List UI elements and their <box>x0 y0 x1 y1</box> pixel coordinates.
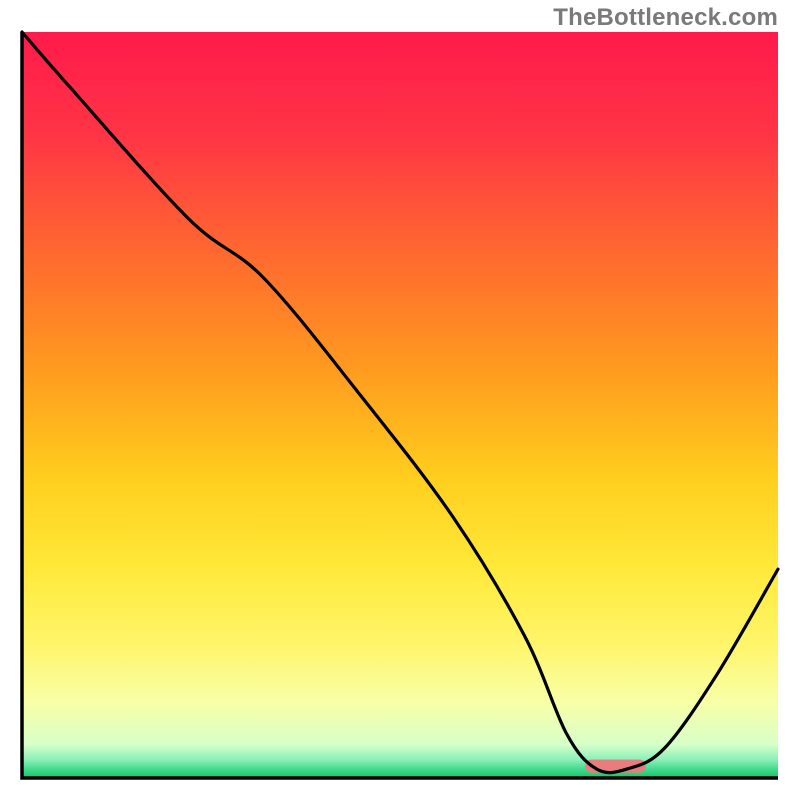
chart-container: TheBottleneck.com <box>0 0 800 800</box>
bottleneck-chart <box>0 0 800 800</box>
plot-background <box>22 32 778 778</box>
